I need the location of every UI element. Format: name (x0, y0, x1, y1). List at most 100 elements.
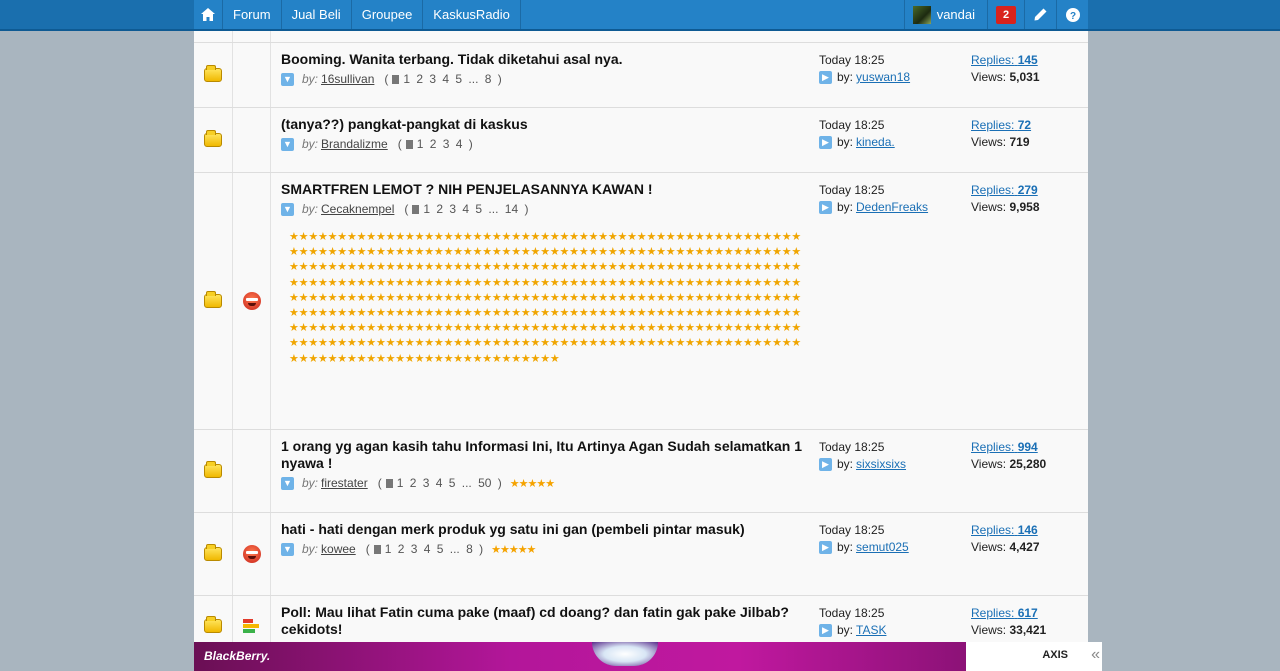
rating-stars: ★★★★★ (491, 543, 536, 556)
page-icon (412, 205, 420, 214)
thread-status-cell (194, 596, 233, 642)
thread-row: hati - hati dengan merk produk yg satu i… (194, 513, 1088, 596)
go-to-last-post-button[interactable]: ▶ (819, 70, 832, 84)
smiley-icon (242, 292, 261, 310)
thread-title-link[interactable]: Poll: Mau lihat Fatin cuma pake (maaf) c… (281, 604, 809, 638)
last-post-time: Today 18:25 (819, 606, 885, 620)
thread-title-link[interactable]: Booming. Wanita terbang. Tidak diketahui… (281, 51, 809, 68)
thread-title-link[interactable]: 1 orang yg agan kasih tahu Informasi Ini… (281, 438, 809, 472)
last-post-time: Today 18:25 (819, 183, 885, 197)
go-to-last-post-button[interactable]: ▶ (819, 623, 832, 637)
last-post-by: ▶ by: sixsixsixs (819, 457, 971, 471)
user-menu[interactable]: vandai (903, 0, 987, 29)
page-icon (392, 75, 400, 84)
nav-jual-beli[interactable]: Jual Beli (282, 0, 352, 29)
thread-stats-cell: Replies: 617 Views: 33,421 (971, 596, 1088, 642)
last-post-by: ▶ by: TASK (819, 623, 971, 637)
thread-icon-cell (233, 513, 271, 595)
thread-title-cell: 1 orang yg agan kasih tahu Informasi Ini… (271, 430, 819, 512)
thread-stats-cell: Replies: 145 Views: 5,031 (971, 43, 1088, 107)
thread-icon-cell (233, 173, 271, 429)
last-post-time: Today 18:25 (819, 523, 885, 537)
last-poster-link[interactable]: kineda. (856, 135, 895, 149)
last-post-cell: Today 18:25 ▶ by: sixsixsixs (819, 430, 971, 512)
views-count: Views: 719 (971, 135, 1030, 149)
thread-icon-cell (233, 430, 271, 512)
home-button[interactable] (194, 0, 223, 29)
thread-author-link[interactable]: kowee (321, 542, 356, 556)
replies-link[interactable]: Replies: 146 (971, 523, 1038, 537)
thread-preview-stars: ★★★★★★★★★★★★★★★★★★★★★★★★★★★★★★★★★★★★★★★★… (289, 231, 802, 365)
page-background (1088, 31, 1280, 642)
thread-stats-cell: Replies: 72 Views: 719 (971, 108, 1088, 172)
thread-icon-cell (233, 108, 271, 172)
nav-kaskusradio[interactable]: KaskusRadio (423, 0, 521, 29)
last-poster-link[interactable]: TASK (856, 623, 886, 637)
nav-right-group: vandai 2 ? (903, 0, 1088, 29)
last-post-cell: Today 18:25 ▶ by: kineda. (819, 108, 971, 172)
go-to-last-post-button[interactable]: ▶ (819, 200, 832, 214)
last-post-by: ▶ by: yuswan18 (819, 70, 971, 84)
replies-link[interactable]: Replies: 279 (971, 183, 1038, 197)
username: vandai (936, 7, 975, 22)
thread-author-link[interactable]: Brandalizme (321, 137, 388, 151)
thread-menu-button[interactable]: ▼ (281, 137, 294, 151)
folder-icon (204, 615, 222, 633)
thread-title-cell: (tanya??) pangkat-pangkat di kaskus ▼ by… (271, 108, 819, 172)
folder-icon (204, 291, 222, 308)
home-icon (201, 8, 215, 21)
collapse-ad-button[interactable]: « (1091, 646, 1100, 664)
last-poster-link[interactable]: semut025 (856, 540, 909, 554)
thread-menu-button[interactable]: ▼ (281, 476, 294, 490)
help-icon: ? (1065, 7, 1080, 22)
thread-title-link[interactable]: (tanya??) pangkat-pangkat di kaskus (281, 116, 809, 133)
nav-groupee[interactable]: Groupee (352, 0, 424, 29)
thread-meta: ▼ by: kowee(1 2 3 4 5 ... 8 ) ★★★★★ (281, 542, 809, 556)
thread-row: Poll: Mau lihat Fatin cuma pake (maaf) c… (194, 596, 1088, 642)
page-links[interactable]: (1 2 3 4 5 ... 50 ) (378, 476, 502, 490)
last-poster-link[interactable]: sixsixsixs (856, 457, 906, 471)
page-icon (385, 479, 393, 488)
new-thread-button[interactable] (1024, 0, 1056, 29)
thread-author-link[interactable]: firestater (321, 476, 368, 490)
page-icon (405, 140, 413, 149)
last-poster-link[interactable]: yuswan18 (856, 70, 910, 84)
pencil-icon (1034, 8, 1047, 21)
go-to-last-post-button[interactable]: ▶ (819, 540, 832, 554)
replies-link[interactable]: Replies: 72 (971, 118, 1031, 132)
thread-menu-button[interactable]: ▼ (281, 542, 294, 556)
folder-icon (204, 65, 222, 82)
notifications-button[interactable]: 2 (987, 0, 1024, 29)
thread-title-link[interactable]: SMARTFREN LEMOT ? NIH PENJELASANNYA KAWA… (281, 181, 809, 198)
thread-meta: ▼ by: Brandalizme(1 2 3 4 ) (281, 137, 809, 151)
notification-badge: 2 (996, 5, 1016, 24)
thread-title-cell: Booming. Wanita terbang. Tidak diketahui… (271, 43, 819, 107)
replies-link[interactable]: Replies: 145 (971, 53, 1038, 67)
ad-banner[interactable]: BlackBerry. AXIS « (194, 642, 1102, 671)
page-links[interactable]: (1 2 3 4 ) (398, 137, 473, 151)
thread-title-link[interactable]: hati - hati dengan merk produk yg satu i… (281, 521, 809, 538)
thread-author-link[interactable]: 16sullivan (321, 72, 374, 86)
folder-icon (204, 461, 222, 478)
page-links[interactable]: (1 2 3 4 5 ... 14 ) (404, 202, 528, 216)
last-poster-link[interactable]: DedenFreaks (856, 200, 928, 214)
replies-link[interactable]: Replies: 617 (971, 606, 1038, 620)
thread-status-cell (194, 43, 233, 107)
thread-menu-button[interactable]: ▼ (281, 202, 294, 216)
last-post-time: Today 18:25 (819, 118, 885, 132)
thread-row: Booming. Wanita terbang. Tidak diketahui… (194, 43, 1088, 108)
views-count: Views: 9,958 (971, 200, 1040, 214)
page-links[interactable]: (1 2 3 4 5 ... 8 ) (384, 72, 501, 86)
nav-forum[interactable]: Forum (223, 0, 282, 29)
thread-row-partial (194, 31, 1088, 43)
help-button[interactable]: ? (1056, 0, 1088, 29)
go-to-last-post-button[interactable]: ▶ (819, 457, 832, 471)
thread-menu-button[interactable]: ▼ (281, 72, 294, 86)
replies-link[interactable]: Replies: 994 (971, 440, 1038, 454)
ad-center-logo (592, 642, 658, 666)
go-to-last-post-button[interactable]: ▶ (819, 135, 832, 149)
page-links[interactable]: (1 2 3 4 5 ... 8 ) (366, 542, 483, 556)
thread-list: Booming. Wanita terbang. Tidak diketahui… (194, 31, 1088, 642)
last-post-by: ▶ by: semut025 (819, 540, 971, 554)
thread-author-link[interactable]: Cecaknempel (321, 202, 394, 216)
